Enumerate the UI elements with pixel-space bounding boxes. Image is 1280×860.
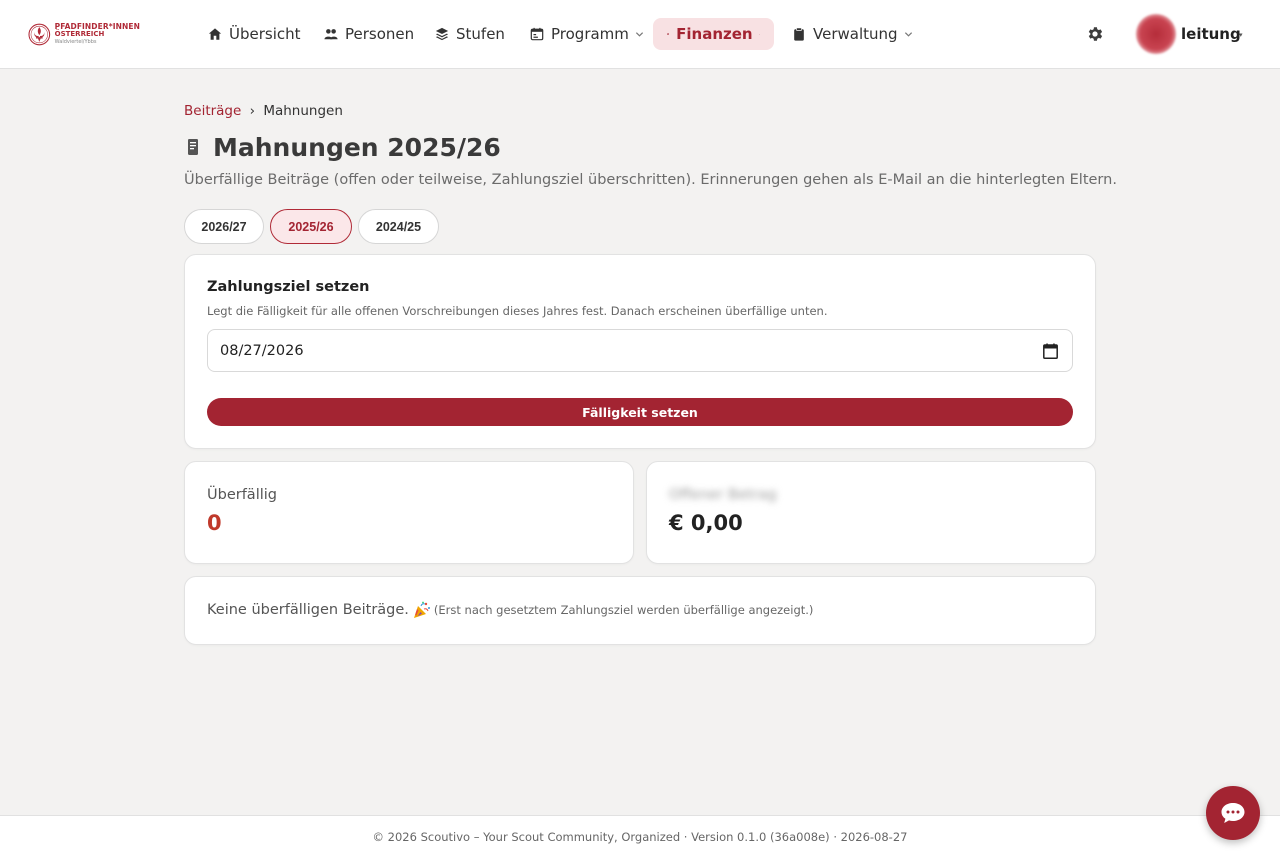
- year-tab-2024-25[interactable]: 2024/25: [358, 209, 439, 244]
- people-icon: [324, 29, 338, 40]
- page-subtitle: Überfällige Beiträge (offen oder teilwei…: [184, 172, 1117, 188]
- gear-icon[interactable]: [1086, 25, 1104, 43]
- nav-label: Finanzen: [676, 24, 753, 43]
- page-footer: © 2026 Scoutivo – Your Scout Community, …: [0, 815, 1280, 860]
- nav-item-personen[interactable]: Personen: [310, 18, 428, 50]
- due-date-description: Legt die Fälligkeit für alle offenen Vor…: [207, 304, 828, 318]
- dollar-icon: $: [667, 33, 670, 35]
- footer-text: © 2026 Scoutivo – Your Scout Community, …: [372, 830, 908, 844]
- open-amount-card: Offener Betrag € 0,00: [646, 461, 1096, 564]
- party-popper-icon: [413, 601, 430, 618]
- nav-item-stufen[interactable]: Stufen: [421, 18, 519, 50]
- nav-label: Personen: [345, 24, 415, 43]
- page-title-row: Mahnungen 2025/26: [184, 130, 501, 164]
- calendar-picker-icon[interactable]: [1043, 343, 1058, 359]
- nav-item-programm[interactable]: Programm: [516, 18, 658, 50]
- home-icon: [208, 28, 222, 40]
- chat-button[interactable]: [1206, 786, 1260, 840]
- overdue-value: 0: [207, 511, 222, 535]
- empty-state: Keine überfälligen Beiträge. (Erst nach …: [207, 600, 813, 620]
- empty-state-note: (Erst nach gesetztem Zahlungsziel werden…: [433, 603, 814, 617]
- due-date-value: 08/27/2026: [220, 342, 304, 359]
- top-navbar: PFADFINDER*INNEN ÖSTERREICH Waldviertel/…: [0, 0, 1280, 69]
- chat-bubble-icon: [1221, 803, 1245, 823]
- nav-label: Stufen: [456, 24, 505, 43]
- year-tab-2025-26[interactable]: 2025/26: [270, 209, 352, 244]
- brand-line-2: ÖSTERREICH: [54, 30, 105, 39]
- breadcrumb-separator: ›: [249, 103, 256, 119]
- brand-line-3: Waldviertel/Ybbs: [54, 39, 97, 46]
- user-name[interactable]: leitung: [1181, 25, 1241, 43]
- scout-emblem-icon: [28, 23, 51, 45]
- due-date-input[interactable]: 08/27/2026: [207, 329, 1073, 372]
- user-menu-caret[interactable]: ▾: [1239, 31, 1243, 39]
- empty-state-message: Keine überfälligen Beiträge.: [207, 602, 409, 618]
- receipt-icon: [188, 139, 198, 155]
- due-date-title: Zahlungsziel setzen: [207, 279, 370, 295]
- set-due-date-button[interactable]: Fälligkeit setzen: [207, 398, 1073, 426]
- brand-text: PFADFINDER*INNEN ÖSTERREICH Waldviertel/…: [55, 23, 140, 46]
- brand-logo[interactable]: PFADFINDER*INNEN ÖSTERREICH Waldviertel/…: [28, 17, 140, 51]
- page-title: Mahnungen 2025/26: [213, 132, 501, 162]
- nav-item-finanzen[interactable]: $ Finanzen: [653, 18, 774, 50]
- nav-label: Übersicht: [229, 24, 301, 43]
- nav-label: Verwaltung: [813, 24, 898, 43]
- overdue-count-card: Überfällig 0: [184, 461, 634, 564]
- breadcrumb: Beiträge › Mahnungen: [184, 103, 343, 119]
- calendar-icon: [530, 27, 544, 41]
- breadcrumb-link-beitraege[interactable]: Beiträge: [184, 103, 241, 119]
- chevron-down-icon: [635, 31, 643, 37]
- nav-item-verwaltung[interactable]: Verwaltung: [778, 18, 927, 50]
- due-date-card: Zahlungsziel setzen Legt die Fälligkeit …: [184, 254, 1096, 449]
- open-amount-value: € 0,00: [669, 511, 743, 535]
- chevron-down-icon: [758, 33, 760, 35]
- nav-label: Programm: [551, 24, 629, 43]
- nav-item-uebersicht[interactable]: Übersicht: [194, 18, 315, 50]
- overdue-list-card: Keine überfälligen Beiträge. (Erst nach …: [184, 576, 1096, 645]
- layers-icon: [435, 27, 449, 41]
- clipboard-icon: [794, 27, 804, 41]
- chevron-down-icon: [904, 31, 912, 37]
- year-tab-2026-27[interactable]: 2026/27: [184, 209, 264, 244]
- open-amount-label: Offener Betrag: [669, 487, 777, 503]
- user-avatar[interactable]: [1136, 14, 1176, 54]
- breadcrumb-current: Mahnungen: [263, 103, 343, 119]
- overdue-label: Überfällig: [207, 487, 277, 503]
